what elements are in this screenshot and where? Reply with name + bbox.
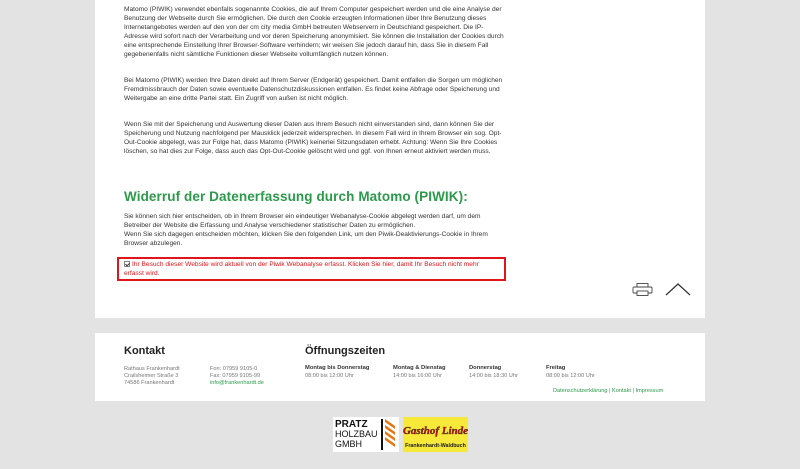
hours-day: Freitag — [546, 365, 566, 371]
matomo-intro-paragraph: Matomo (PIWIK) verwendet ebenfalls sogen… — [124, 6, 504, 58]
logo2-line2: Frankenhardt-Waldbuch — [405, 443, 466, 449]
hours-day: Montag bis Donnerstag — [305, 365, 370, 371]
optout-label[interactable]: Ihr Besuch dieser Website wird aktuell v… — [124, 261, 479, 277]
hours-time: 14:00 bis 16:00 Uhr — [393, 373, 442, 379]
logo2-line1: Gasthof Linde — [403, 425, 468, 437]
address-line: 74586 Frankenhardt — [124, 380, 175, 386]
hours-day: Montag & Dienstag — [393, 365, 446, 371]
email-link[interactable]: info@frankenhardt.de — [210, 380, 264, 387]
link-separator: | — [632, 388, 634, 394]
pratz-holzbau-logo[interactable]: PRATZ HOLZBAU GMBH — [333, 417, 399, 452]
matomo-storage-paragraph: Bei Matomo (PIWIK) werden Ihre Daten dir… — [124, 77, 503, 102]
hours-time: 08:00 bis 12:00 Uhr — [546, 373, 595, 379]
section-heading: Widerruf der Datenerfassung durch Matomo… — [124, 189, 468, 204]
matomo-optout-info-paragraph: Wenn Sie mit der Speicherung und Auswert… — [124, 121, 502, 155]
print-icon[interactable] — [632, 283, 653, 296]
email-link-text[interactable]: info@frankenhardt.de — [210, 380, 264, 386]
optout-box[interactable]: Ihr Besuch dieser Website wird aktuell v… — [117, 257, 506, 281]
hours-day: Donnerstag — [469, 365, 502, 371]
hours-time: 14:00 bis 18:30 Uhr — [469, 373, 518, 379]
kontakt-title: Kontakt — [124, 345, 165, 357]
logo1-line3: GMBH — [335, 439, 362, 449]
chevron-logo-icon — [381, 419, 395, 450]
privacy-link[interactable]: Datenschutzerklärung — [553, 388, 607, 394]
contact-link[interactable]: Kontakt — [612, 388, 631, 394]
address-line: Rathaus Frankenhardt — [124, 366, 180, 372]
address-line: Crailsheimer Straße 3 — [124, 373, 179, 379]
logo1-line2: HOLZBAU — [335, 429, 378, 439]
fax-number: Fax: 07959 9105-99 — [210, 373, 261, 379]
phone-number: Fon: 07959 9105-0 — [210, 366, 258, 372]
link-separator: | — [608, 388, 611, 394]
imprint-link[interactable]: Impressum — [636, 388, 664, 394]
decision-text-link-hint: Wenn Sie sich dagegen entscheiden möchte… — [124, 230, 488, 247]
gasthof-linde-logo[interactable]: Gasthof Linde Frankenhardt-Waldbuch — [403, 417, 468, 452]
decision-text: Sie können sich hier entscheiden, ob in … — [124, 213, 481, 229]
checkbox-icon[interactable] — [124, 261, 130, 267]
decision-paragraph: Sie können sich hier entscheiden, ob in … — [124, 213, 504, 249]
footer: Kontakt Rathaus Frankenhardt Crailsheime… — [95, 333, 705, 401]
hours-title: Öffnungszeiten — [305, 345, 386, 357]
back-to-top-icon[interactable] — [665, 282, 691, 296]
footer-links: Datenschutzerklärung | Kontakt | Impress… — [553, 388, 663, 394]
main-content: Matomo (PIWIK) verwendet ebenfalls sogen… — [95, 0, 705, 318]
hours-time: 08:00 bis 12:00 Uhr — [305, 373, 354, 379]
